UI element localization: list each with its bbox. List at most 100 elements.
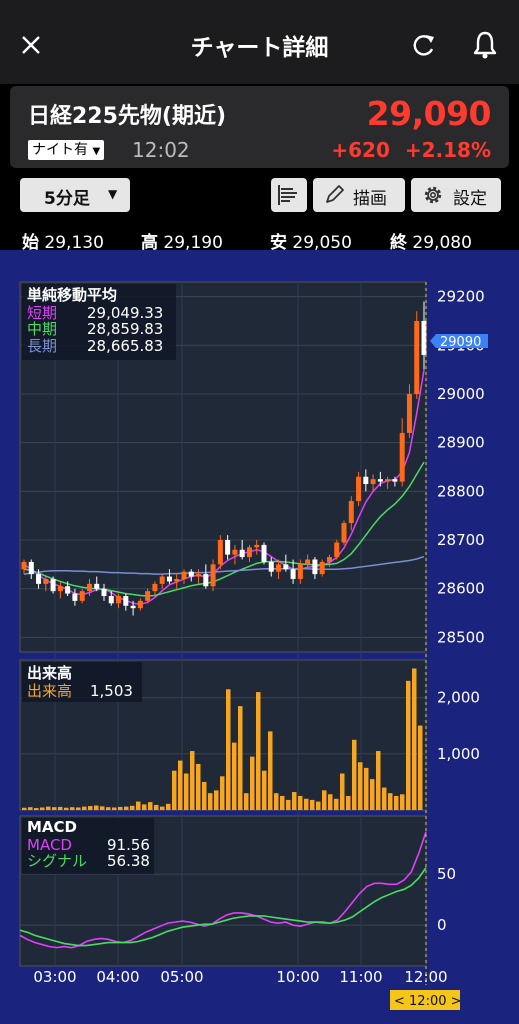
candle-body [356, 476, 362, 502]
volume-bar [268, 731, 273, 810]
pencil-icon [326, 185, 344, 203]
volume-bar [130, 805, 135, 810]
draw-label: 描画 [353, 189, 387, 209]
volume-bar [160, 806, 165, 810]
volume-bar [28, 807, 33, 810]
chart-svg[interactable]: 2920029100290002890028800287002860028500… [0, 250, 519, 1024]
volume-tick-label: 2,000 [437, 689, 480, 707]
candle-body [116, 596, 122, 604]
candle-body [290, 569, 296, 579]
volume-bar [304, 798, 309, 810]
volume-bar [196, 763, 201, 810]
volume-bar [394, 795, 399, 810]
volume-bar [154, 804, 159, 810]
candle-body [268, 561, 274, 572]
volume-bar [124, 806, 129, 810]
price-tick-label: 28700 [437, 531, 485, 549]
volume-bar [184, 773, 189, 810]
volume-bar [322, 790, 327, 810]
settings-label: 設定 [453, 189, 487, 209]
time-tick-label: 05:00 [160, 968, 203, 986]
volume-bar [94, 805, 99, 810]
refresh-icon[interactable] [411, 32, 437, 58]
interval-label: 5分足 [44, 189, 90, 209]
candle-body [334, 542, 340, 558]
volume-bar [118, 806, 123, 810]
candle-body [348, 501, 354, 523]
session-dropdown[interactable]: ナイト有 ▼ [28, 140, 105, 160]
candle-body [399, 432, 405, 482]
chart-area[interactable]: 2920029100290002890028800287002860028500… [0, 250, 519, 1024]
last-price: 29,090 [366, 94, 492, 133]
candle-body [312, 559, 318, 575]
volume-bar [346, 795, 351, 810]
candle-body [210, 564, 216, 587]
caret-down-icon: ▼ [92, 146, 101, 157]
volume-bar [106, 807, 111, 810]
volume-bar [232, 742, 237, 810]
volume-bar [172, 770, 177, 810]
candle-body [217, 540, 223, 565]
candle-body [101, 588, 107, 597]
time-tick-label: 03:00 [33, 968, 76, 986]
gear-icon [424, 186, 442, 204]
volume-bar [112, 807, 117, 810]
candle-body [196, 574, 202, 577]
price-tick-label: 29200 [437, 288, 485, 306]
settings-button[interactable]: 設定 [411, 178, 501, 212]
time-tick-label: 04:00 [96, 968, 139, 986]
candle-body [392, 479, 398, 482]
candle-body [21, 561, 27, 570]
volume-bar [58, 806, 63, 810]
volume-bar [82, 806, 87, 810]
indicator-list-button[interactable] [271, 178, 307, 212]
draw-button[interactable]: 描画 [313, 178, 405, 212]
volume-bar [382, 787, 387, 810]
macd-tick-label: 0 [437, 916, 447, 934]
sma-legend-title: 単純移動平均 [27, 286, 117, 304]
candle-body [246, 547, 252, 558]
time-tick-label: 10:00 [276, 968, 319, 986]
price-tick-label: 29000 [437, 385, 485, 403]
candle-body [377, 479, 383, 482]
volume-bar [340, 773, 345, 810]
volume-legend-value: 1,503 [90, 682, 133, 700]
candle-body [65, 586, 71, 594]
page-title: チャート詳細 [190, 35, 329, 61]
bell-icon[interactable] [472, 30, 498, 60]
volume-bar [136, 801, 141, 810]
candle-body [43, 578, 49, 584]
volume-bar [202, 781, 207, 810]
volume-bar [46, 806, 51, 810]
candle-body [239, 549, 245, 558]
candle-body [79, 591, 85, 601]
candle-body [414, 320, 420, 394]
price-change: +620 +2.18% [331, 138, 491, 162]
price-tick-label: 28600 [437, 580, 485, 598]
volume-bar [64, 807, 69, 810]
volume-bar [256, 692, 261, 810]
candle-body [86, 583, 92, 592]
volume-bar [226, 689, 231, 810]
candle-body [166, 576, 172, 582]
sma-mid-name: 中期 [27, 320, 57, 338]
candle-body [57, 586, 63, 592]
volume-bar [286, 799, 291, 810]
volume-bar [178, 760, 183, 810]
current-price-tag: 29090 [440, 335, 481, 350]
volume-bar [376, 751, 381, 810]
volume-bar [238, 706, 243, 810]
volume-legend-name: 出来高 [27, 682, 72, 700]
price-tick-label: 28900 [437, 434, 485, 452]
caret-down-icon: ▼ [108, 187, 118, 201]
candle-body [145, 591, 151, 601]
volume-bar [250, 756, 255, 810]
volume-bar [22, 807, 27, 810]
volume-bar [52, 807, 57, 810]
candle-body [341, 522, 347, 543]
candle-body [188, 571, 194, 577]
sma-mid-value: 28,859.83 [87, 320, 163, 338]
volume-bar [316, 801, 321, 810]
volume-bar [364, 767, 369, 810]
interval-dropdown[interactable]: 5分足 ▼ [20, 178, 130, 212]
